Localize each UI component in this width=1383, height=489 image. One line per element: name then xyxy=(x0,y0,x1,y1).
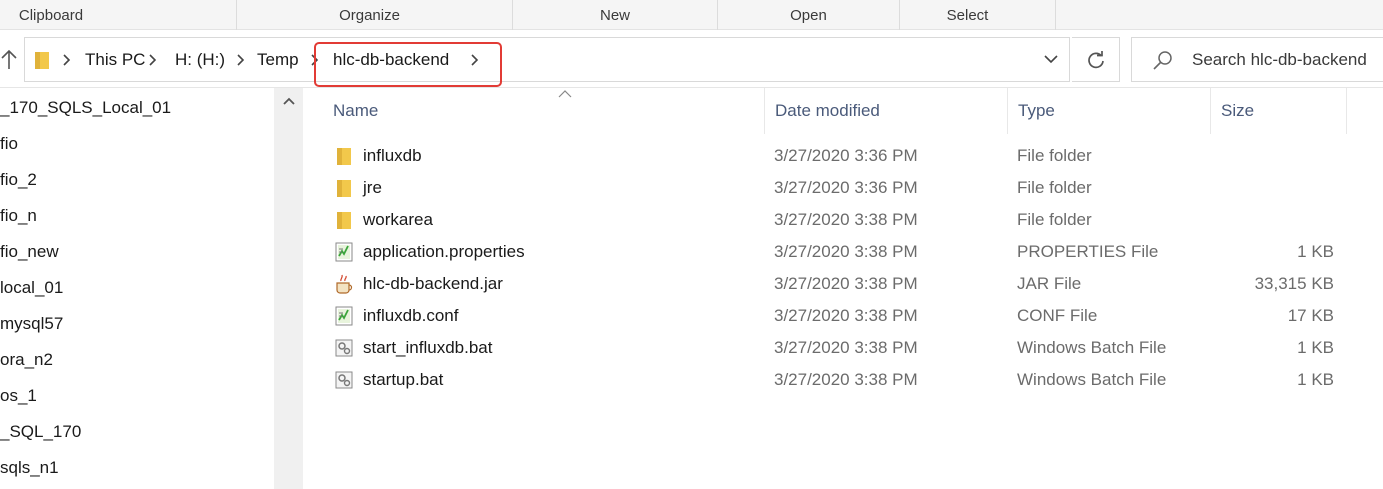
file-name: influxdb xyxy=(363,146,422,165)
ribbon-group-open[interactable]: Open xyxy=(718,0,900,30)
navigation-pane: _170_SQLS_Local_01 fio fio_2 fio_n fio_n… xyxy=(0,88,303,489)
chevron-right-icon[interactable] xyxy=(237,54,245,66)
ribbon-group-labels: Clipboard Organize New Open Select xyxy=(0,0,1383,30)
notepad-file-icon xyxy=(335,306,353,326)
ribbon-group-select[interactable]: Select xyxy=(900,0,1056,30)
file-row[interactable]: jre 3/27/2020 3:36 PM File folder xyxy=(325,172,1355,204)
folder-icon xyxy=(337,180,351,197)
file-date: 3/27/2020 3:38 PM xyxy=(774,306,918,325)
file-size: 33,315 KB xyxy=(1254,274,1334,293)
file-row[interactable]: hlc-db-backend.jar 3/27/2020 3:38 PM JAR… xyxy=(325,268,1355,300)
java-jar-icon xyxy=(336,274,353,294)
file-row[interactable]: influxdb.conf 3/27/2020 3:38 PM CONF Fil… xyxy=(325,300,1355,332)
file-type: JAR File xyxy=(1017,274,1082,293)
nav-item[interactable]: sqls_n1 xyxy=(0,450,59,484)
column-header-label: Date modified xyxy=(775,101,880,120)
column-header-type[interactable]: Type xyxy=(1008,88,1211,134)
refresh-icon xyxy=(1088,51,1104,69)
file-type: PROPERTIES File xyxy=(1017,242,1159,261)
nav-scrollbar[interactable] xyxy=(274,88,303,489)
nav-item[interactable]: fio_2 xyxy=(0,162,37,196)
file-type: File folder xyxy=(1017,210,1092,229)
file-name: application.properties xyxy=(363,242,525,261)
nav-item[interactable]: fio xyxy=(0,126,18,160)
file-name: hlc-db-backend.jar xyxy=(363,274,503,293)
ribbon-group-label: Organize xyxy=(339,7,400,24)
nav-item[interactable]: mysql57 xyxy=(0,306,63,340)
up-arrow-icon[interactable] xyxy=(0,48,18,70)
breadcrumb-drive-h[interactable]: H: (H:) xyxy=(175,38,225,81)
chevron-down-icon[interactable] xyxy=(1043,53,1059,65)
file-row[interactable]: startup.bat 3/27/2020 3:38 PM Windows Ba… xyxy=(325,364,1355,396)
file-type: File folder xyxy=(1017,178,1092,197)
column-headers: Name Date modified Type Size xyxy=(303,88,1383,134)
ribbon-group-label: Select xyxy=(946,7,989,24)
file-date: 3/27/2020 3:38 PM xyxy=(774,242,918,261)
file-row[interactable]: start_influxdb.bat 3/27/2020 3:38 PM Win… xyxy=(325,332,1355,364)
nav-item[interactable]: _SQL_170 xyxy=(0,414,81,448)
file-name: start_influxdb.bat xyxy=(363,338,493,357)
address-bar[interactable]: This PC H: (H:) Temp hlc-db-backend xyxy=(24,37,1070,82)
column-header-label: Name xyxy=(333,101,379,120)
file-size: 1 KB xyxy=(1297,338,1334,357)
nav-item[interactable]: local_01 xyxy=(0,270,63,304)
file-name: startup.bat xyxy=(363,370,444,389)
search-box[interactable] xyxy=(1131,37,1383,82)
file-row[interactable]: application.properties 3/27/2020 3:38 PM… xyxy=(325,236,1355,268)
file-type: File folder xyxy=(1017,146,1092,165)
file-name: influxdb.conf xyxy=(363,306,459,325)
folder-icon xyxy=(337,212,351,229)
search-input[interactable] xyxy=(1192,38,1382,81)
file-date: 3/27/2020 3:38 PM xyxy=(774,274,918,293)
nav-item[interactable]: _170_SQLS_Local_01 xyxy=(0,90,171,124)
notepad-file-icon xyxy=(335,242,353,262)
ribbon-group-label: New xyxy=(599,7,630,24)
search-icon xyxy=(1153,51,1172,70)
column-header-date[interactable]: Date modified xyxy=(765,88,1008,134)
file-date: 3/27/2020 3:38 PM xyxy=(774,370,918,389)
sort-ascending-icon xyxy=(558,90,572,98)
breadcrumb-temp[interactable]: Temp xyxy=(257,38,299,81)
file-size: 1 KB xyxy=(1297,242,1334,261)
ribbon-group-clipboard[interactable]: Clipboard xyxy=(0,0,237,30)
ribbon-group-label: Clipboard xyxy=(18,7,84,24)
file-size: 17 KB xyxy=(1287,306,1334,325)
column-header-size[interactable]: Size xyxy=(1211,88,1347,134)
ribbon-group-label: Open xyxy=(790,7,827,24)
scroll-up-arrow-icon[interactable] xyxy=(282,96,296,106)
file-date: 3/27/2020 3:38 PM xyxy=(774,210,918,229)
file-name: workarea xyxy=(363,210,433,229)
file-type: CONF File xyxy=(1017,306,1098,325)
file-row[interactable]: influxdb 3/27/2020 3:36 PM File folder xyxy=(325,140,1355,172)
folder-icon xyxy=(337,148,351,165)
ribbon-group-new[interactable]: New xyxy=(513,0,718,30)
batch-file-icon xyxy=(335,371,353,389)
file-type: Windows Batch File xyxy=(1017,338,1167,357)
ribbon-group-organize[interactable]: Organize xyxy=(237,0,513,30)
nav-item[interactable]: ora_n2 xyxy=(0,342,53,376)
file-date: 3/27/2020 3:36 PM xyxy=(774,178,918,197)
file-date: 3/27/2020 3:38 PM xyxy=(774,338,918,357)
nav-item[interactable]: os_1 xyxy=(0,378,37,412)
file-name: jre xyxy=(363,178,382,197)
column-header-name[interactable]: Name xyxy=(323,88,765,134)
file-size: 1 KB xyxy=(1297,370,1334,389)
nav-item[interactable]: fio_n xyxy=(0,198,37,232)
file-row[interactable]: workarea 3/27/2020 3:38 PM File folder xyxy=(325,204,1355,236)
column-header-label: Type xyxy=(1018,101,1055,120)
nav-item[interactable]: fio_new xyxy=(0,234,59,268)
file-type: Windows Batch File xyxy=(1017,370,1167,389)
chevron-right-icon[interactable] xyxy=(149,54,157,66)
breadcrumb-this-pc[interactable]: This PC xyxy=(85,38,145,81)
chevron-right-icon[interactable] xyxy=(63,54,71,66)
batch-file-icon xyxy=(335,339,353,357)
folder-icon xyxy=(35,52,49,69)
refresh-button[interactable] xyxy=(1072,37,1120,82)
breadcrumb-highlight-box xyxy=(314,42,502,87)
column-header-label: Size xyxy=(1221,101,1255,120)
file-date: 3/27/2020 3:36 PM xyxy=(774,146,918,165)
